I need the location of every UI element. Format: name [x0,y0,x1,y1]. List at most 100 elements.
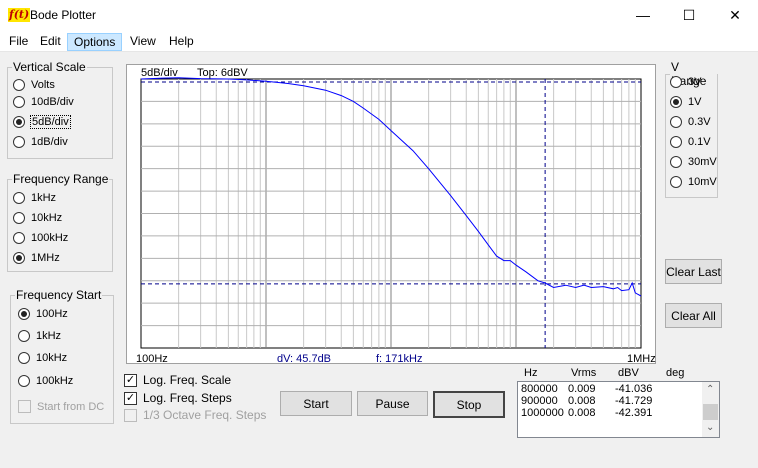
checkbox-box [124,408,137,422]
checkbox-label: Start from DC [37,400,105,413]
menu-options[interactable]: Options [67,33,123,51]
radio-dot [13,96,25,108]
menu-file[interactable]: File [3,33,34,51]
radio-label: 0.1V [688,136,711,148]
radio-label: 30mV [688,156,717,168]
radio-10khz-range[interactable]: 10kHz [13,212,62,224]
scroll-down-icon[interactable]: ⌄ [706,422,714,433]
window-title: Bode Plotter [30,8,97,22]
pause-button[interactable]: Pause [357,391,428,416]
menu-help[interactable]: Help [163,33,200,51]
f-readout: f: 171kHz [376,353,422,365]
radio-dot [18,330,30,342]
radio-dot [18,308,30,320]
radio-dot [670,176,682,188]
radio-dot [670,76,682,88]
radio-label: 1dB/div [31,136,68,148]
radio-label: 10dB/div [31,96,74,108]
listbox-scrollbar[interactable]: ⌃ ⌄ [702,382,719,437]
radio-label: 1kHz [36,330,62,342]
log-freq-scale-checkbox[interactable]: ✓ Log. Freq. Scale [124,373,231,387]
radio-10db-div[interactable]: 10dB/div [13,96,74,108]
checkbox-box: ✓ [124,373,137,387]
menu-edit[interactable]: Edit [34,33,67,51]
radio-100hz-start[interactable]: 100Hz [18,308,68,320]
radio-dot [13,232,25,244]
top-label: Top: 6dBV [197,67,248,79]
radio-dot [18,352,30,364]
cell-dbv: -41.729 [615,395,653,407]
radio-1khz-start[interactable]: 1kHz [18,330,61,342]
radio-label: 5dB/div [30,115,71,129]
close-button[interactable]: ✕ [712,0,758,30]
radio-5db-div[interactable]: 5dB/div [13,115,71,129]
radio-label: 1V [688,96,702,108]
checkbox-box: ✓ [124,391,137,405]
radio-dot [670,136,682,148]
radio-label: 100kHz [31,232,69,244]
column-header-deg: deg [666,367,685,379]
checkbox-box [18,400,31,413]
radio-3v[interactable]: 3V [670,76,701,88]
third-octave-checkbox[interactable]: 1/3 Octave Freq. Steps [124,408,266,422]
checkbox-label: Log. Freq. Scale [143,373,232,387]
radio-label: 100Hz [36,308,68,320]
title-bar: f(t) Bode Plotter — ☐ ✕ [0,0,758,30]
cell-hz: 800000 [521,383,558,395]
radio-dot [670,96,682,108]
results-listbox[interactable]: 800000 0.009 -41.036 900000 0.008 -41.72… [517,381,720,438]
radio-label: 0.3V [688,116,711,128]
radio-0-1v[interactable]: 0.1V [670,136,711,148]
start-button[interactable]: Start [280,391,352,416]
cell-vrms: 0.008 [568,407,596,419]
scroll-up-icon[interactable]: ⌃ [706,384,714,395]
radio-1mhz-range[interactable]: 1MHz [13,252,60,264]
cell-vrms: 0.009 [568,383,596,395]
column-header-hz: Hz [524,367,538,379]
radio-100khz-range[interactable]: 100kHz [13,232,68,244]
radio-10mv[interactable]: 10mV [670,176,717,188]
radio-dot [13,212,25,224]
menu-view[interactable]: View [124,33,162,51]
radio-dot [13,136,25,148]
cell-vrms: 0.008 [568,395,596,407]
minimize-button[interactable]: — [620,0,666,30]
clear-all-button[interactable]: Clear All [665,303,722,328]
start-from-dc-checkbox[interactable]: Start from DC [18,400,104,413]
radio-10khz-start[interactable]: 10kHz [18,352,67,364]
table-row: 800000 0.009 -41.036 [521,383,652,395]
radio-dot [13,79,25,91]
table-row: 900000 0.008 -41.729 [521,395,652,407]
radio-label: 1kHz [31,192,57,204]
vertical-scale-legend: Vertical Scale [13,60,86,74]
radio-dot [13,192,25,204]
radio-100khz-start[interactable]: 100kHz [18,375,73,387]
radio-label: 10kHz [31,212,63,224]
app-icon: f(t) [8,8,31,22]
radio-label: 10mV [688,176,717,188]
radio-1khz-range[interactable]: 1kHz [13,192,56,204]
maximize-button[interactable]: ☐ [666,0,712,30]
radio-dot [18,375,30,387]
scroll-thumb[interactable] [703,404,718,420]
radio-30mv[interactable]: 30mV [670,156,717,168]
stop-button[interactable]: Stop [433,391,505,418]
radio-dot [670,116,682,128]
log-freq-steps-checkbox[interactable]: ✓ Log. Freq. Steps [124,391,232,405]
scale-label: 5dB/div [141,67,178,79]
cell-hz: 1000000 [521,407,564,419]
cell-dbv: -42.391 [615,407,653,419]
cell-dbv: -41.036 [615,383,653,395]
radio-volts[interactable]: Volts [13,79,55,91]
checkbox-label: 1/3 Octave Freq. Steps [143,408,267,422]
radio-label: Volts [31,79,55,91]
clear-last-button[interactable]: Clear Last [665,259,722,284]
radio-0-3v[interactable]: 0.3V [670,116,711,128]
radio-dot [670,156,682,168]
x-min-label: 100Hz [136,353,168,365]
radio-1db-div[interactable]: 1dB/div [13,136,68,148]
column-header-vrms: Vrms [571,367,597,379]
cell-hz: 900000 [521,395,558,407]
table-row: 1000000 0.008 -42.391 [521,407,652,419]
radio-1v[interactable]: 1V [670,96,701,108]
